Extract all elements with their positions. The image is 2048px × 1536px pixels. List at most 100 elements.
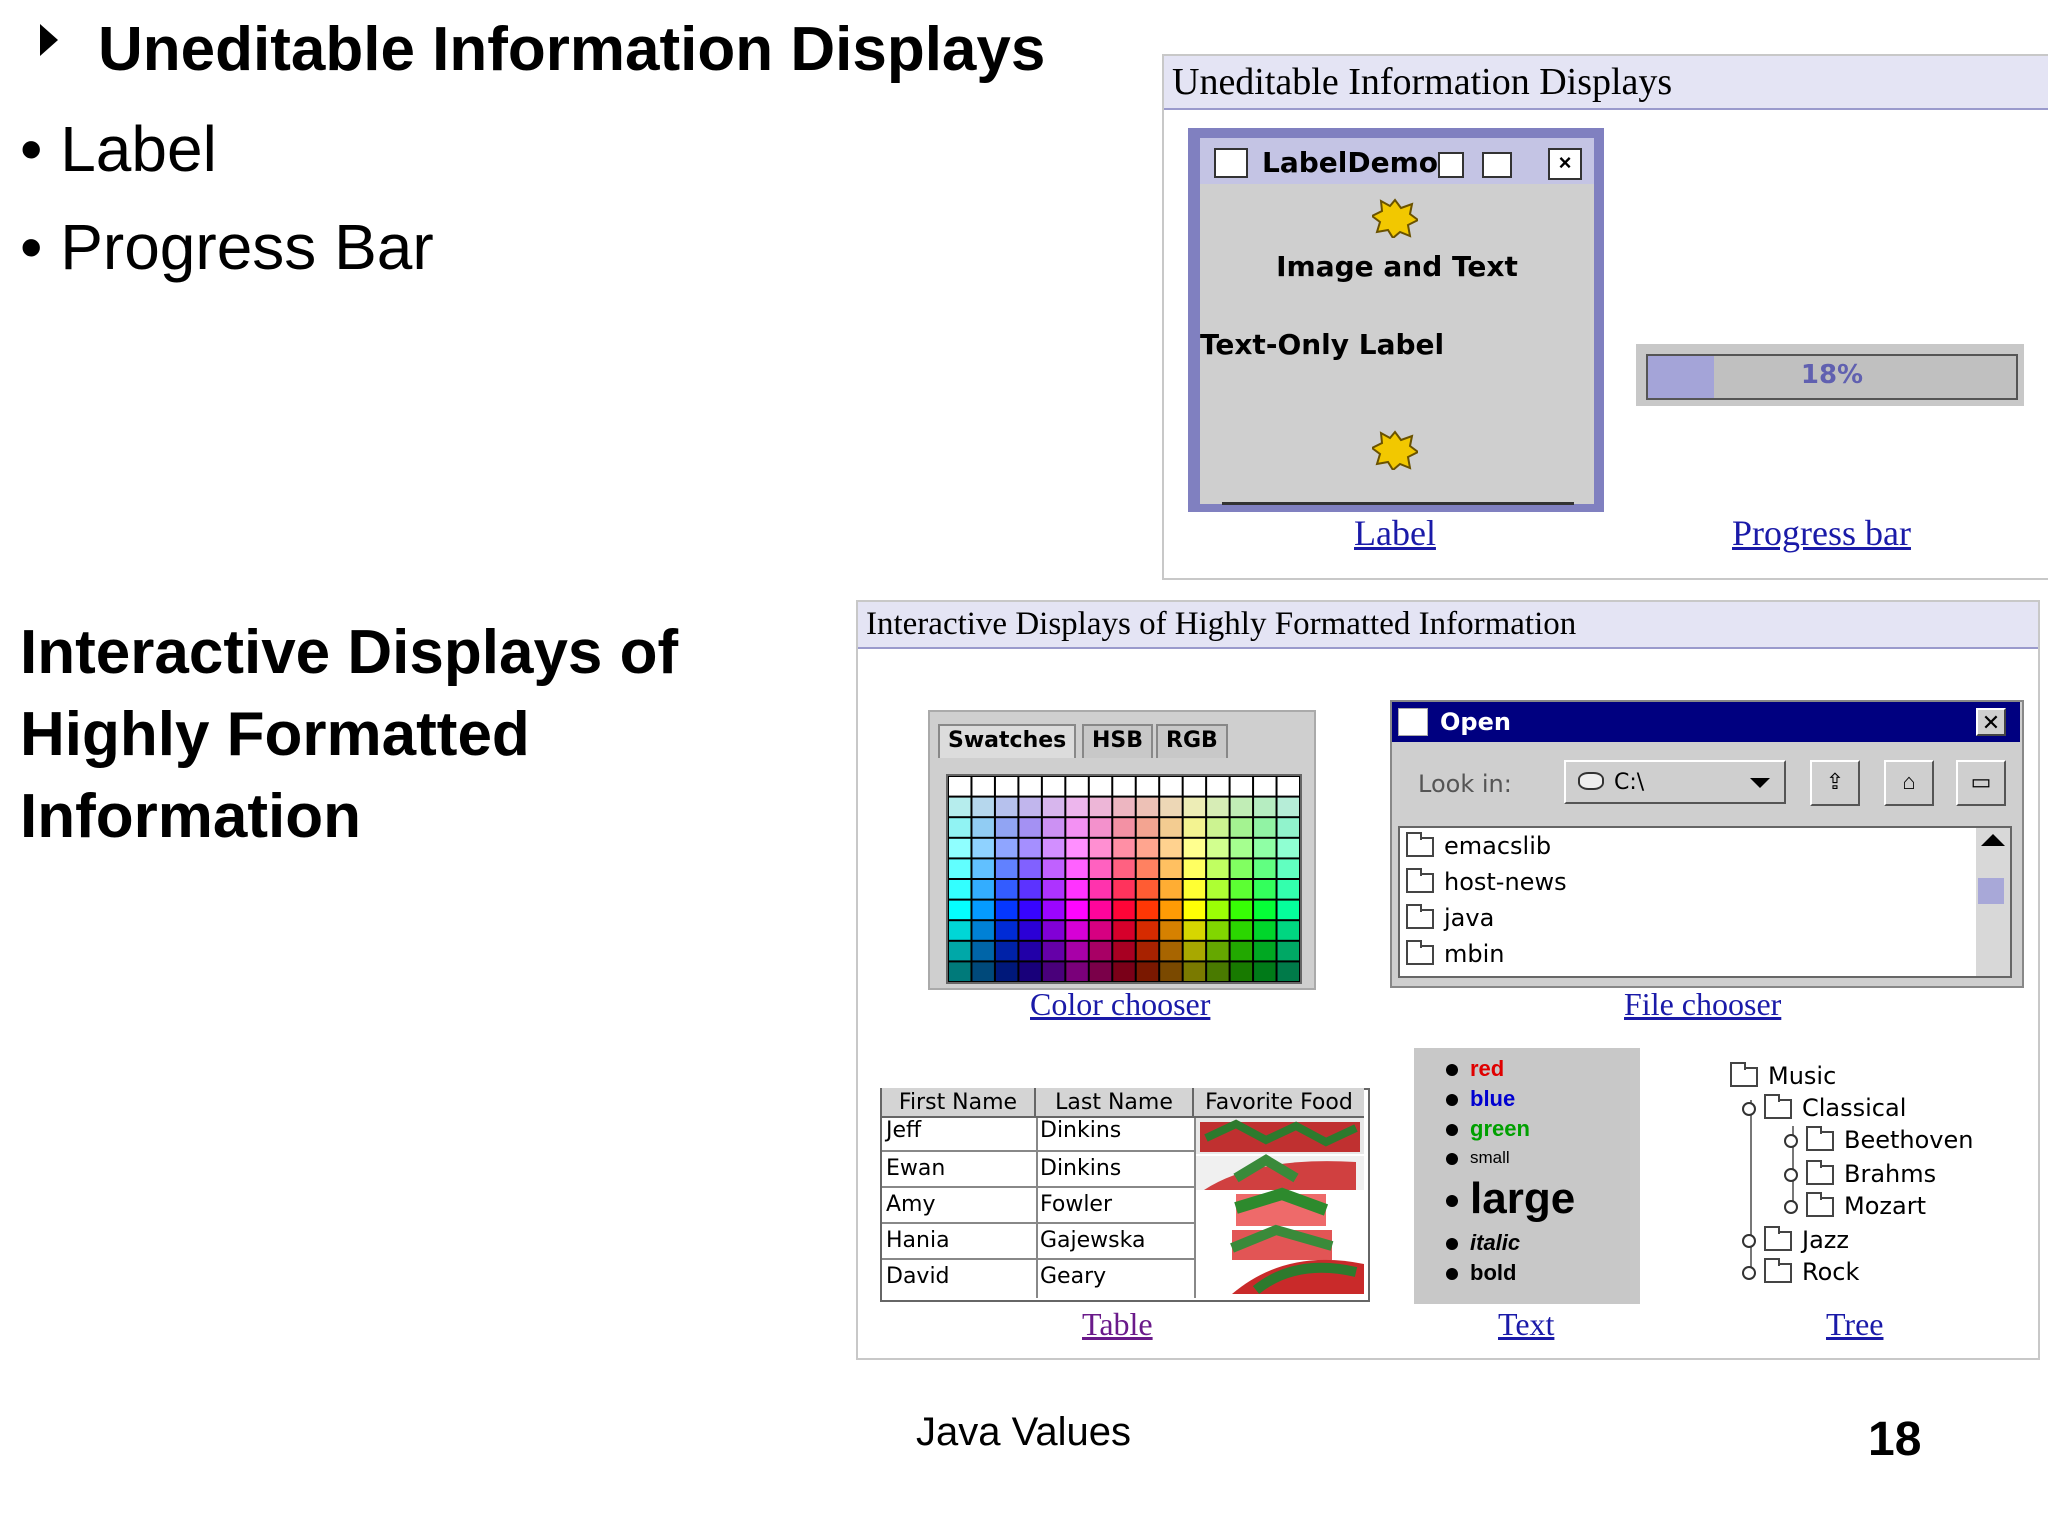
tree-node-rock[interactable]: Rock: [1742, 1258, 1859, 1286]
color-swatch[interactable]: [1254, 900, 1276, 920]
color-swatch[interactable]: [1254, 838, 1276, 858]
color-swatch[interactable]: [995, 921, 1018, 940]
text-link[interactable]: Text: [1498, 1306, 1554, 1343]
color-swatch[interactable]: [1277, 818, 1299, 837]
color-swatch[interactable]: [1136, 859, 1159, 878]
color-swatch[interactable]: [1254, 962, 1276, 981]
color-swatch[interactable]: [1207, 797, 1229, 817]
expand-toggle-icon[interactable]: [1742, 1266, 1756, 1280]
tab-swatches[interactable]: Swatches: [938, 724, 1077, 758]
color-swatch[interactable]: [1160, 900, 1182, 920]
color-swatch[interactable]: [1277, 962, 1299, 981]
color-swatch[interactable]: [1254, 777, 1276, 796]
minimize-icon[interactable]: [1438, 152, 1464, 178]
color-swatch[interactable]: [1207, 941, 1229, 961]
color-swatch[interactable]: [1183, 880, 1206, 899]
color-swatch[interactable]: [1207, 838, 1229, 858]
table-cell[interactable]: Amy: [886, 1192, 936, 1217]
list-item[interactable]: java: [1406, 904, 1494, 932]
color-swatch[interactable]: [1066, 838, 1088, 858]
color-swatch[interactable]: [1019, 777, 1041, 796]
color-swatch[interactable]: [949, 838, 971, 858]
color-swatch[interactable]: [1089, 777, 1112, 796]
color-swatch[interactable]: [1019, 797, 1041, 817]
scroll-thumb[interactable]: [1978, 878, 2004, 904]
color-swatch[interactable]: [1160, 880, 1182, 899]
color-swatch[interactable]: [1254, 797, 1276, 817]
color-swatch[interactable]: [1019, 859, 1041, 878]
color-swatch[interactable]: [1136, 838, 1159, 858]
color-swatch[interactable]: [1183, 900, 1206, 920]
table-cell[interactable]: David: [886, 1264, 950, 1289]
tree-node-music[interactable]: Music: [1730, 1062, 1836, 1090]
color-swatch[interactable]: [1136, 797, 1159, 817]
color-swatch[interactable]: [1042, 880, 1065, 899]
color-swatch[interactable]: [1183, 962, 1206, 981]
color-swatch[interactable]: [1230, 859, 1253, 878]
home-button[interactable]: ⌂: [1884, 760, 1934, 806]
color-swatch[interactable]: [1277, 859, 1299, 878]
color-swatch[interactable]: [1113, 962, 1135, 981]
color-swatch[interactable]: [1136, 921, 1159, 940]
maximize-icon[interactable]: [1482, 152, 1512, 178]
tree-node-jazz[interactable]: Jazz: [1742, 1226, 1849, 1254]
color-swatch[interactable]: [1230, 818, 1253, 837]
color-swatch[interactable]: [949, 962, 971, 981]
text-item-italic[interactable]: italic: [1446, 1230, 1520, 1256]
color-swatch[interactable]: [1160, 962, 1182, 981]
table-cell[interactable]: Dinkins: [1040, 1156, 1121, 1181]
color-swatch[interactable]: [1136, 962, 1159, 981]
color-swatch[interactable]: [949, 880, 971, 899]
color-swatch[interactable]: [1113, 838, 1135, 858]
color-chooser-link[interactable]: Color chooser: [1030, 986, 1210, 1023]
color-swatch[interactable]: [1019, 900, 1041, 920]
color-swatch[interactable]: [1183, 818, 1206, 837]
color-swatch[interactable]: [949, 921, 971, 940]
list-item[interactable]: mbin: [1406, 940, 1505, 968]
text-item-blue[interactable]: blue: [1446, 1086, 1515, 1112]
color-swatch[interactable]: [1066, 941, 1088, 961]
expand-toggle-icon[interactable]: [1784, 1168, 1798, 1182]
color-swatch[interactable]: [1160, 818, 1182, 837]
color-swatch[interactable]: [1160, 797, 1182, 817]
color-swatch[interactable]: [1254, 941, 1276, 961]
color-swatch[interactable]: [995, 900, 1018, 920]
color-swatch[interactable]: [1183, 921, 1206, 940]
color-swatch[interactable]: [1230, 900, 1253, 920]
color-swatch[interactable]: [1089, 838, 1112, 858]
color-swatch[interactable]: [1066, 777, 1088, 796]
color-swatch[interactable]: [995, 941, 1018, 961]
color-swatch[interactable]: [1254, 818, 1276, 837]
color-swatch[interactable]: [1042, 921, 1065, 940]
color-swatch[interactable]: [1207, 900, 1229, 920]
color-swatch[interactable]: [949, 941, 971, 961]
tree-link[interactable]: Tree: [1826, 1306, 1883, 1343]
text-item-green[interactable]: green: [1446, 1116, 1530, 1142]
color-swatch[interactable]: [1113, 880, 1135, 899]
color-swatch[interactable]: [972, 921, 994, 940]
list-item[interactable]: emacslib: [1406, 832, 1551, 860]
table-cell[interactable]: Ewan: [886, 1156, 945, 1181]
color-swatch[interactable]: [1066, 921, 1088, 940]
color-swatch[interactable]: [1113, 818, 1135, 837]
color-swatch[interactable]: [1019, 941, 1041, 961]
color-swatch[interactable]: [949, 797, 971, 817]
table-cell[interactable]: Geary: [1040, 1264, 1106, 1289]
color-swatch[interactable]: [972, 859, 994, 878]
color-swatch[interactable]: [1066, 962, 1088, 981]
color-swatch[interactable]: [1183, 797, 1206, 817]
scrollbar[interactable]: [1976, 826, 2012, 978]
color-swatch[interactable]: [1277, 900, 1299, 920]
expand-toggle-icon[interactable]: [1784, 1134, 1798, 1148]
color-swatch[interactable]: [1019, 962, 1041, 981]
color-swatch[interactable]: [1042, 859, 1065, 878]
table-cell[interactable]: Hania: [886, 1228, 950, 1253]
color-swatch[interactable]: [1230, 880, 1253, 899]
color-swatch[interactable]: [1113, 777, 1135, 796]
color-swatch[interactable]: [1207, 880, 1229, 899]
color-swatch[interactable]: [1230, 962, 1253, 981]
column-header[interactable]: First Name: [882, 1088, 1036, 1118]
table-cell[interactable]: Jeff: [886, 1118, 921, 1143]
table-cell[interactable]: Fowler: [1040, 1192, 1112, 1217]
expand-toggle-icon[interactable]: [1784, 1200, 1798, 1214]
